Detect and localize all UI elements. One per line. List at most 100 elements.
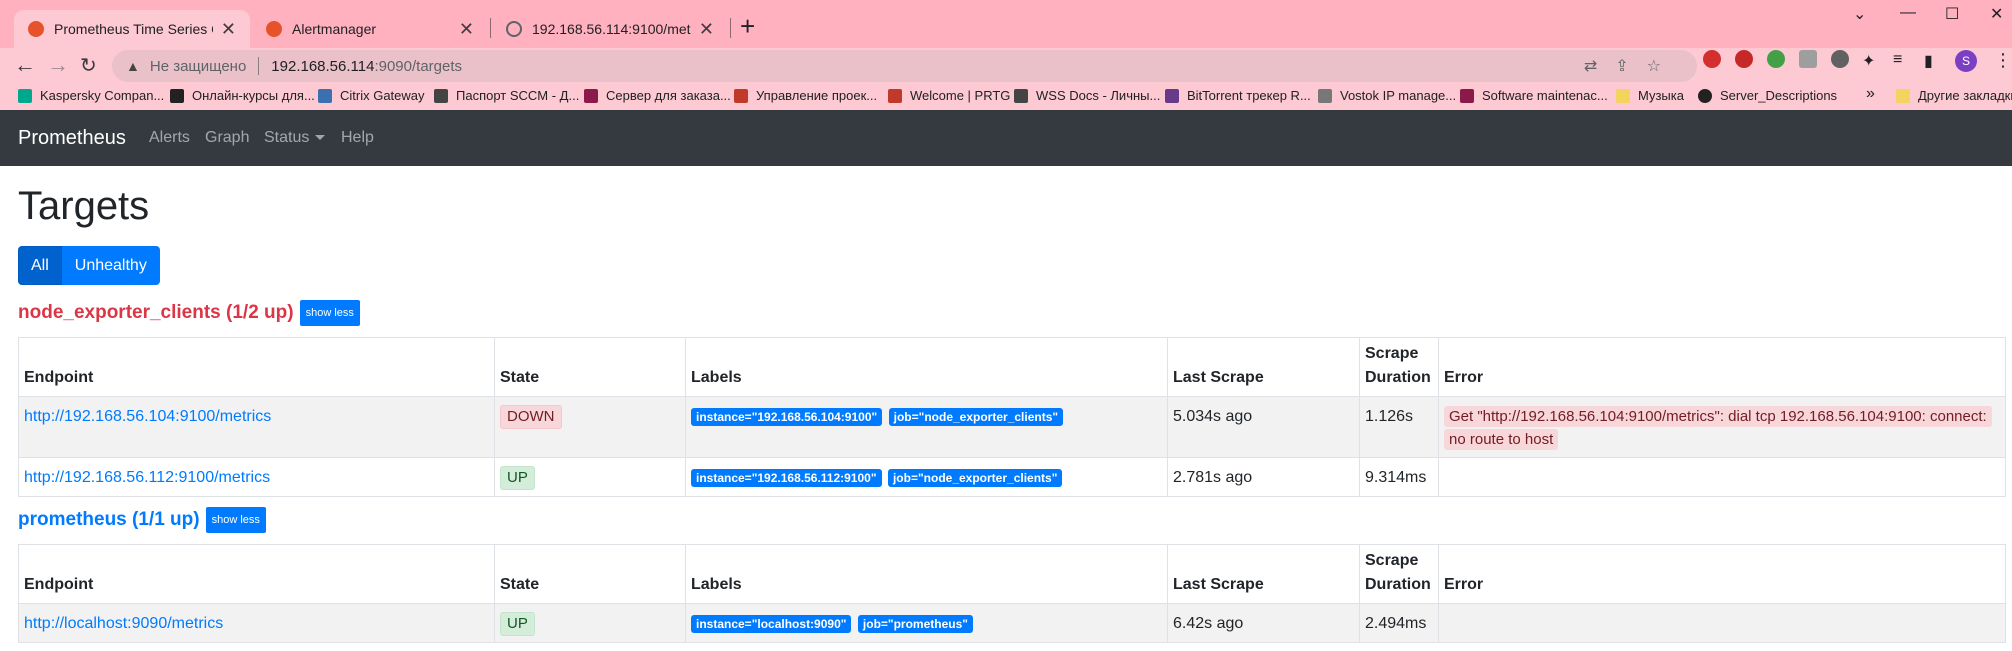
share-icon[interactable]: ⇪ [1615, 58, 1646, 75]
adblock-extension-icon[interactable] [1703, 50, 1721, 68]
label-badge: instance="192.168.56.112:9100" [691, 468, 882, 487]
tab-divider [730, 18, 731, 38]
bookmark-label: Музыка [1638, 88, 1684, 103]
bookmark-item[interactable]: Server_Descriptions [1698, 88, 1837, 103]
browser-tab-metrics[interactable]: 192.168.56.114:9100/metrics ✕ [492, 10, 728, 48]
error-alert: Get "http://192.168.56.104:9100/metrics"… [1444, 406, 1992, 450]
bookmark-item[interactable]: Музыка [1616, 88, 1684, 103]
column-header-state: State [494, 544, 686, 604]
brand-link[interactable]: Prometheus [18, 127, 126, 150]
software-icon [1460, 88, 1474, 103]
column-header-state: State [494, 337, 686, 397]
table-row: http://192.168.56.104:9100/metrics DOWN … [18, 396, 2006, 458]
bookmark-star-icon[interactable]: ☆ [1647, 58, 1679, 75]
table-header-row: Endpoint State Labels Last Scrape Scrape… [18, 337, 2006, 397]
tab-divider [490, 18, 491, 38]
folder-icon [1896, 88, 1910, 103]
extensions-puzzle-icon[interactable]: ✦ [1862, 51, 1875, 71]
browser-tab-prometheus[interactable]: Prometheus Time Series Collectio ✕ [14, 10, 250, 48]
filter-all-button[interactable]: All [18, 246, 62, 285]
bookmark-item[interactable]: BitTorrent трекер R... [1165, 88, 1311, 103]
reading-list-icon[interactable]: ≡ [1893, 51, 1902, 69]
bookmark-item[interactable]: Vostok IP manage... [1318, 88, 1456, 103]
browser-tab-alertmanager[interactable]: Alertmanager ✕ [252, 10, 488, 48]
new-tab-button[interactable]: + [740, 11, 755, 42]
close-tab-icon[interactable]: ✕ [699, 19, 714, 40]
labels-cell: instance="192.168.56.112:9100" job="node… [685, 457, 1168, 497]
duration-cell: 9.314ms [1359, 457, 1439, 497]
wss-docs-icon [1014, 88, 1028, 103]
bookmark-item[interactable]: Welcome | PRTG [888, 88, 1010, 103]
header-line: Scrape [1365, 552, 1419, 569]
target-filter-group: All Unhealthy [18, 246, 160, 285]
status-label: Status [264, 129, 310, 146]
profile-avatar[interactable]: S [1955, 50, 1977, 72]
state-cell: DOWN [494, 396, 686, 458]
top-navbar: Prometheus Alerts Graph Status Help [0, 110, 2012, 166]
bookmarks-bar: Kaspersky Compan... Онлайн-курсы для... … [0, 84, 2012, 110]
bookmark-item[interactable]: Software maintenac... [1460, 88, 1608, 103]
kaspersky-icon [18, 88, 32, 103]
bookmark-label: Server_Descriptions [1720, 88, 1838, 103]
table-row: http://localhost:9090/metrics UP instanc… [18, 603, 2006, 643]
reload-icon[interactable]: ↻ [80, 53, 97, 78]
minimize-window-button[interactable]: — [1900, 4, 1916, 22]
close-window-button[interactable]: ✕ [1990, 4, 2003, 24]
bookmark-item[interactable]: Kaspersky Compan... [18, 88, 164, 103]
last-scrape-cell: 2.781s ago [1167, 457, 1360, 497]
column-header-last-scrape: Last Scrape [1167, 544, 1360, 604]
side-panel-icon[interactable]: ▮ [1924, 51, 1933, 71]
nav-link-status[interactable]: Status [264, 129, 326, 147]
server-descriptions-icon [1698, 88, 1712, 103]
bookmark-item[interactable]: Онлайн-курсы для... [170, 88, 315, 103]
column-header-scrape-duration: Scrape Duration [1359, 337, 1439, 397]
other-bookmarks[interactable]: Другие закладки [1896, 88, 2012, 103]
maximize-window-button[interactable]: ☐ [1945, 4, 1959, 24]
bookmark-item[interactable]: Управление проек... [734, 88, 877, 103]
tab-title: Prometheus Time Series Collectio [54, 21, 213, 37]
show-less-button[interactable]: show less [205, 507, 266, 533]
targets-table: Endpoint State Labels Last Scrape Scrape… [18, 337, 2006, 497]
duration-cell: 2.494ms [1359, 603, 1439, 643]
error-cell [1438, 457, 2006, 497]
duration-cell: 1.126s [1359, 396, 1439, 458]
tab-search-icon[interactable]: ⌄ [1853, 4, 1866, 24]
close-tab-icon[interactable]: ✕ [459, 19, 474, 40]
address-bar[interactable]: ▲ Не защищено 192.168.56.114:9090/target… [112, 50, 1697, 82]
nav-link-help[interactable]: Help [341, 129, 374, 147]
endpoint-link[interactable]: http://192.168.56.104:9100/metrics [24, 408, 271, 425]
security-status: Не защищено [149, 57, 247, 75]
forward-arrow-icon[interactable]: → [47, 52, 69, 78]
bookmark-item[interactable]: Паспорт SCCM - Д... [434, 88, 579, 103]
nav-link-graph[interactable]: Graph [205, 129, 249, 147]
last-scrape-cell: 6.42s ago [1167, 603, 1360, 643]
page-title: Targets [18, 184, 150, 228]
endpoint-link[interactable]: http://192.168.56.112:9100/metrics [24, 469, 270, 486]
show-less-button[interactable]: show less [299, 300, 360, 326]
pool-name-link[interactable]: prometheus (1/1 up) [18, 509, 200, 531]
screenshot-extension-icon[interactable] [1799, 50, 1817, 68]
shield-extension-icon[interactable] [1767, 50, 1785, 68]
error-cell: Get "http://192.168.56.104:9100/metrics"… [1438, 396, 2006, 458]
translate-icon[interactable]: ⇄ [1584, 58, 1615, 75]
tools-extension-icon[interactable] [1831, 50, 1849, 68]
bookmark-label: BitTorrent трекер R... [1187, 88, 1311, 103]
bookmark-label: Vostok IP manage... [1340, 88, 1457, 103]
bookmark-label: Паспорт SCCM - Д... [456, 88, 580, 103]
pool-name-link[interactable]: node_exporter_clients (1/2 up) [18, 302, 294, 324]
bookmarks-overflow-button[interactable]: » [1866, 85, 1875, 103]
filter-unhealthy-button[interactable]: Unhealthy [61, 246, 160, 285]
back-arrow-icon[interactable]: ← [14, 52, 36, 78]
ublock-extension-icon[interactable] [1735, 50, 1753, 68]
bookmark-label: Software maintenac... [1482, 88, 1608, 103]
bookmark-item[interactable]: WSS Docs - Личны... [1014, 88, 1160, 103]
column-header-error: Error [1438, 544, 2006, 604]
close-tab-icon[interactable]: ✕ [221, 19, 236, 40]
bookmark-item[interactable]: Citrix Gateway [318, 88, 425, 103]
targets-table: Endpoint State Labels Last Scrape Scrape… [18, 544, 2006, 643]
bookmark-item[interactable]: Сервер для заказа... [584, 88, 731, 103]
project-icon [734, 88, 748, 103]
nav-link-alerts[interactable]: Alerts [149, 129, 190, 147]
endpoint-link[interactable]: http://localhost:9090/metrics [24, 615, 223, 632]
browser-menu-icon[interactable]: ⋮ [1994, 50, 2012, 71]
